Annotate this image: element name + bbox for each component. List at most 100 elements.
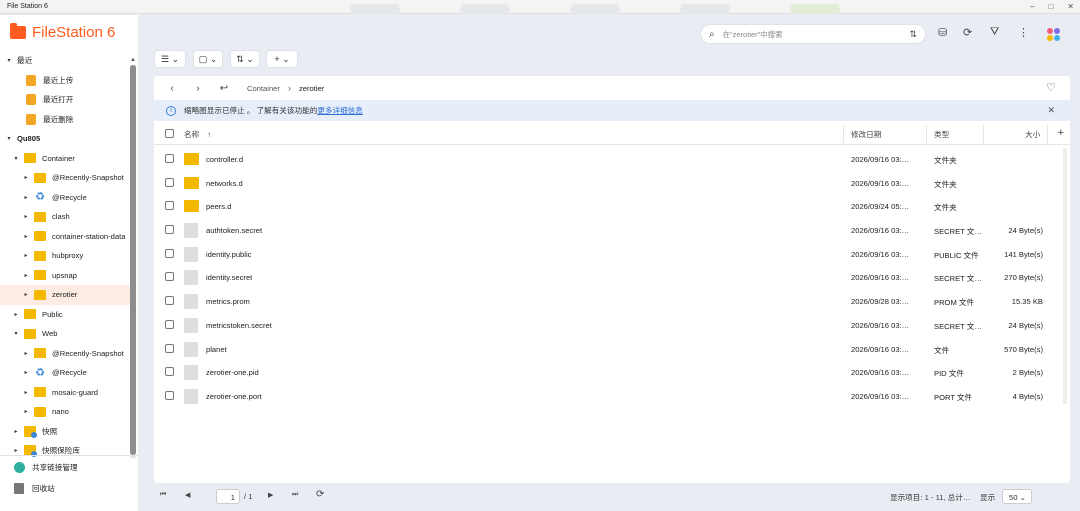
sidebar-folder-item[interactable]: ▸ container-station-data <box>0 227 130 247</box>
maximize-icon[interactable]: □ <box>1048 2 1053 11</box>
expand-arrow-icon[interactable]: ▸ <box>22 369 30 376</box>
filter-sliders-icon[interactable]: ⇅ <box>909 29 917 40</box>
refresh-icon[interactable]: ⟳ <box>316 489 324 500</box>
table-row[interactable]: identity.secret 2026/09/16 03:… SECRET 文… 2… <box>154 265 1070 289</box>
page-number-input[interactable]: 1 <box>216 489 240 504</box>
table-row[interactable]: zerotier-one.pid 2026/09/16 03:… PID 文件 2 B… <box>154 360 1070 384</box>
table-row[interactable]: controller.d 2026/09/16 03:… 文件夹 <box>154 147 1070 171</box>
sidebar-folder-item[interactable]: ▸ @Recently-Snapshot <box>0 344 130 364</box>
sidebar-section-device[interactable]: ▾ Qu805 <box>0 129 130 149</box>
column-divider[interactable] <box>843 125 844 143</box>
taskbar-pill[interactable] <box>570 4 620 14</box>
sidebar-folder-item[interactable]: ▸ mosaic-guard <box>0 383 130 403</box>
expand-arrow-icon[interactable]: ▸ <box>12 428 20 435</box>
sidebar-scrollbar[interactable]: ▲ <box>130 57 136 458</box>
table-row[interactable]: authtoken.secret 2026/09/16 03:… SECRET 文…… <box>154 218 1070 242</box>
per-page-select[interactable]: 50 ⌄ <box>1002 489 1032 504</box>
add-column-icon[interactable]: + <box>1058 127 1064 139</box>
column-divider[interactable] <box>1047 125 1048 143</box>
row-checkbox[interactable] <box>165 343 174 353</box>
row-checkbox[interactable] <box>165 319 174 329</box>
expand-arrow-icon[interactable]: ▸ <box>22 408 30 415</box>
taskbar-pill[interactable] <box>680 4 730 14</box>
expand-arrow-icon[interactable]: ▸ <box>22 233 30 240</box>
expand-arrow-icon[interactable]: ▸ <box>22 252 30 259</box>
file-list-scrollbar[interactable] <box>1063 148 1067 404</box>
favorite-heart-icon[interactable]: ♡ <box>1046 81 1056 94</box>
breadcrumb-root[interactable]: Container <box>247 84 280 93</box>
filter-icon[interactable]: ⛛ <box>990 26 999 42</box>
layout-button[interactable]: ▢ ⌄ <box>193 50 223 68</box>
sidebar-folder-item[interactable]: ▸ zerotier <box>0 285 130 305</box>
select-all-checkbox[interactable] <box>165 129 174 138</box>
expand-arrow-icon[interactable]: ▸ <box>22 194 30 201</box>
row-checkbox[interactable] <box>165 390 174 400</box>
add-button[interactable]: + ⌄ <box>266 50 298 68</box>
table-row[interactable]: metrics.prom 2026/09/28 03:… PROM 文件 15.35 … <box>154 289 1070 313</box>
sidebar-item-recent-delete[interactable]: 最近删除 <box>0 110 130 130</box>
sidebar-folder-item[interactable]: ▸ nano <box>0 402 130 422</box>
prev-page-icon[interactable]: ◀ <box>185 491 190 499</box>
taskbar-pill[interactable] <box>460 4 510 14</box>
sidebar-section-recent[interactable]: ▾ 最近 <box>0 51 130 71</box>
expand-arrow-icon[interactable]: ▸ <box>22 174 30 181</box>
column-date[interactable]: 修改日期 <box>851 129 881 140</box>
recycle-bin-button[interactable]: 回收站 <box>0 479 138 498</box>
scroll-up-icon[interactable]: ▲ <box>130 57 136 63</box>
sidebar-folder-item[interactable]: ▾ Container <box>0 149 130 169</box>
column-type[interactable]: 类型 <box>934 129 949 140</box>
row-checkbox[interactable] <box>165 201 174 211</box>
row-checkbox[interactable] <box>165 154 174 163</box>
table-row[interactable]: planet 2026/09/16 03:… 文件 570 Byte(s) <box>154 337 1070 361</box>
table-row[interactable]: identity.public 2026/09/16 03:… PUBLIC 文件 1… <box>154 242 1070 266</box>
column-name[interactable]: 名称 ↑ <box>184 129 211 140</box>
row-checkbox[interactable] <box>165 272 174 282</box>
first-page-icon[interactable]: ⏮ <box>160 491 166 499</box>
column-size[interactable]: 大小 <box>1025 129 1040 140</box>
app-launcher-icon[interactable] <box>1047 28 1060 41</box>
refresh-icon[interactable]: ⟳ <box>963 26 972 42</box>
sidebar-folder-item[interactable]: ▸ upsnap <box>0 266 130 286</box>
expand-arrow-icon[interactable]: ▸ <box>22 389 30 396</box>
table-row[interactable]: peers.d 2026/09/24 05:… 文件夹 <box>154 194 1070 218</box>
parent-folder-icon[interactable]: ↩ <box>211 83 237 94</box>
expand-arrow-icon[interactable]: ▸ <box>22 291 30 298</box>
sidebar-item-recent-upload[interactable]: 最近上传 <box>0 71 130 91</box>
sidebar-folder-item[interactable]: ▸ clash <box>0 207 130 227</box>
last-page-icon[interactable]: ⏭ <box>292 491 298 499</box>
row-checkbox[interactable] <box>165 248 174 258</box>
more-options-icon[interactable]: ⋮ <box>1018 26 1029 42</box>
table-row[interactable]: networks.d 2026/09/16 03:… 文件夹 <box>154 171 1070 195</box>
expand-arrow-icon[interactable]: ▸ <box>12 447 20 454</box>
view-mode-button[interactable]: ☰ ⌄ <box>154 50 186 68</box>
taskbar-pill[interactable] <box>790 4 840 14</box>
expand-arrow-icon[interactable]: ▾ <box>5 135 13 142</box>
back-icon[interactable]: ‹ <box>159 83 185 94</box>
column-divider[interactable] <box>926 125 927 143</box>
sort-button[interactable]: ⇅ ⌄ <box>230 50 260 68</box>
row-checkbox[interactable] <box>165 177 174 187</box>
sidebar-folder-item[interactable]: ▸ Public <box>0 305 130 325</box>
expand-arrow-icon[interactable]: ▸ <box>22 272 30 279</box>
sidebar-folder-item[interactable]: ▸ @Recently-Snapshot <box>0 168 130 188</box>
sidebar-folder-item[interactable]: ▸ hubproxy <box>0 246 130 266</box>
close-icon[interactable]: ✕ <box>1067 2 1074 11</box>
table-row[interactable]: metricstoken.secret 2026/09/16 03:… SECRET… <box>154 313 1070 337</box>
next-page-icon[interactable]: ▶ <box>268 491 273 499</box>
banner-link[interactable]: 更多详细信息 <box>317 105 363 116</box>
column-divider[interactable] <box>983 125 984 143</box>
row-checkbox[interactable] <box>165 296 174 306</box>
expand-arrow-icon[interactable]: ▾ <box>12 330 20 337</box>
scrollbar-thumb[interactable] <box>130 65 136 455</box>
expand-arrow-icon[interactable]: ▸ <box>12 311 20 318</box>
share-link-button[interactable]: 共享链接管理 <box>0 458 138 477</box>
sidebar-folder-item[interactable]: ▸ ♻ @Recycle <box>0 363 130 383</box>
sidebar-item-recent-open[interactable]: 最近打开 <box>0 90 130 110</box>
expand-arrow-icon[interactable]: ▾ <box>12 155 20 162</box>
close-banner-icon[interactable]: ✕ <box>1047 105 1055 116</box>
expand-arrow-icon[interactable]: ▸ <box>22 213 30 220</box>
sidebar-folder-item[interactable]: ▾ Web <box>0 324 130 344</box>
breadcrumb-current[interactable]: zerotier <box>299 84 324 93</box>
taskbar-pill[interactable] <box>350 4 400 14</box>
minimize-icon[interactable]: – <box>1030 2 1034 11</box>
